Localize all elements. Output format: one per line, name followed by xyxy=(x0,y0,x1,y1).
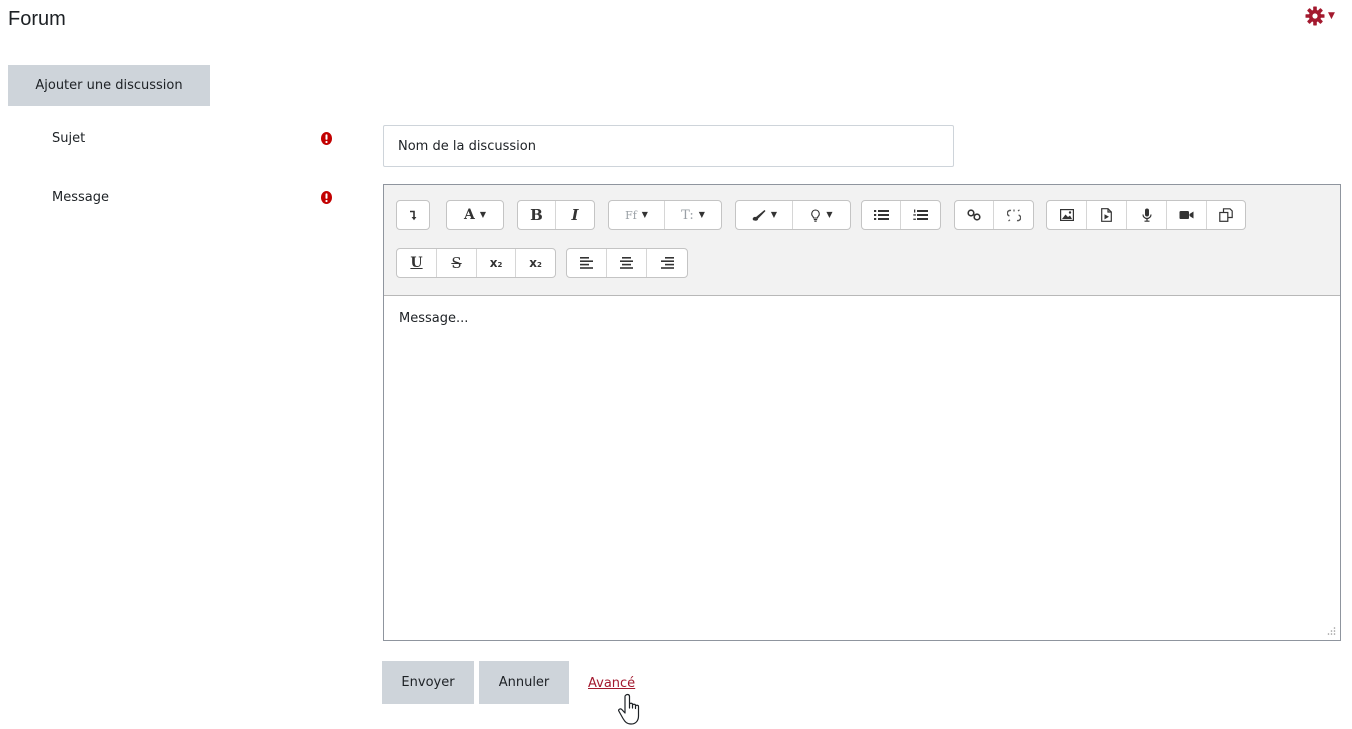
strikethrough-button[interactable]: S xyxy=(437,249,477,277)
strikethrough-icon: S xyxy=(451,254,462,272)
image-button[interactable] xyxy=(1047,201,1087,229)
highlight-icon xyxy=(811,208,821,222)
cancel-button[interactable]: Annuler xyxy=(479,661,569,704)
underline-button[interactable]: U xyxy=(397,249,437,277)
link-button[interactable] xyxy=(955,201,994,229)
align-center-icon xyxy=(620,257,633,269)
collapse-toolbar-button[interactable] xyxy=(397,201,429,229)
toolbar-group-color: ▼ ▼ xyxy=(735,200,851,230)
subscript-button[interactable]: x 2 xyxy=(477,249,516,277)
font-size-button[interactable]: T: ▼ xyxy=(665,201,721,229)
font-family-icon: Ff xyxy=(625,208,637,222)
align-center-button[interactable] xyxy=(607,249,647,277)
message-content-area[interactable]: Message... xyxy=(384,296,1340,640)
chevron-down-icon: ▼ xyxy=(698,210,705,219)
copy-format-button[interactable] xyxy=(1207,201,1245,229)
subscript-icon: x 2 xyxy=(490,256,503,270)
copy-format-icon xyxy=(1219,208,1233,222)
ordered-list-button[interactable] xyxy=(901,201,940,229)
align-left-button[interactable] xyxy=(567,249,607,277)
message-editor: A ▼ B I Ff ▼ T: ▼ ▼ ▼ U S x 2 x 2 Messag… xyxy=(383,184,1341,641)
subscript-mark: 2 xyxy=(497,261,503,269)
superscript-icon: x 2 xyxy=(529,256,542,270)
add-discussion-button[interactable]: Ajouter une discussion xyxy=(8,65,210,106)
chevron-down-icon: ▼ xyxy=(479,210,487,219)
image-icon xyxy=(1059,209,1074,221)
toolbar-group-style: A ▼ xyxy=(446,200,504,230)
italic-button[interactable]: I xyxy=(556,201,594,229)
unlink-button[interactable] xyxy=(994,201,1033,229)
record-audio-button[interactable] xyxy=(1127,201,1167,229)
subject-input[interactable] xyxy=(383,125,954,167)
chevron-down-icon: ▼ xyxy=(826,210,833,219)
collapse-toolbar-icon xyxy=(410,210,417,220)
toolbar-group-basic: B I xyxy=(517,200,595,230)
subject-label: Sujet xyxy=(52,131,86,146)
toolbar-group-font: Ff ▼ T: ▼ xyxy=(608,200,722,230)
link-icon xyxy=(967,209,981,221)
message-label: Message xyxy=(52,190,109,205)
text-color-icon xyxy=(752,210,766,221)
superscript-mark: 2 xyxy=(536,261,542,269)
chevron-down-icon: ▼ xyxy=(770,210,778,219)
editor-toolbar: A ▼ B I Ff ▼ T: ▼ ▼ ▼ U S x 2 x 2 xyxy=(384,185,1340,296)
highlight-button[interactable]: ▼ xyxy=(793,201,850,229)
record-video-button[interactable] xyxy=(1167,201,1207,229)
chevron-down-icon: ▼ xyxy=(1328,10,1335,21)
italic-icon: I xyxy=(571,206,579,224)
toolbar-group-lists xyxy=(861,200,941,230)
video-record-icon xyxy=(1179,211,1194,219)
media-icon xyxy=(1101,208,1112,222)
font-family-button[interactable]: Ff ▼ xyxy=(609,201,665,229)
superscript-button[interactable]: x 2 xyxy=(516,249,555,277)
audio-record-icon xyxy=(1141,208,1152,222)
toolbar-group-collapse xyxy=(396,200,430,230)
font-style-icon: A xyxy=(463,207,475,223)
align-left-icon xyxy=(580,257,593,269)
font-style-button[interactable]: A ▼ xyxy=(447,201,503,229)
toolbar-group-extra-format: U S x 2 x 2 xyxy=(396,248,556,278)
page-title: Forum xyxy=(8,8,66,30)
advanced-link[interactable]: Avancé xyxy=(588,676,635,691)
align-right-button[interactable] xyxy=(647,249,687,277)
gear-icon xyxy=(1305,6,1325,26)
bold-icon: B xyxy=(530,206,543,224)
toolbar-group-links xyxy=(954,200,1034,230)
required-icon xyxy=(321,191,332,204)
subscript-base: x xyxy=(489,256,498,270)
bold-button[interactable]: B xyxy=(518,201,556,229)
submit-button[interactable]: Envoyer xyxy=(382,661,474,704)
required-icon xyxy=(321,132,332,145)
unordered-list-icon xyxy=(873,210,889,220)
align-right-icon xyxy=(660,257,674,269)
media-button[interactable] xyxy=(1087,201,1127,229)
ordered-list-icon xyxy=(913,209,928,220)
toolbar-group-media xyxy=(1046,200,1246,230)
superscript-base: x xyxy=(529,256,537,270)
settings-menu[interactable]: ▼ xyxy=(1305,4,1345,28)
message-placeholder: Message... xyxy=(399,311,469,326)
hand-cursor-icon xyxy=(618,693,640,725)
text-color-button[interactable]: ▼ xyxy=(736,201,793,229)
font-size-icon: T: xyxy=(681,207,694,223)
toolbar-group-align xyxy=(566,248,688,278)
underline-icon: U xyxy=(410,255,423,271)
unordered-list-button[interactable] xyxy=(862,201,901,229)
resize-handle-icon[interactable] xyxy=(1326,626,1336,636)
chevron-down-icon: ▼ xyxy=(641,210,648,219)
unlink-icon xyxy=(1006,208,1021,221)
